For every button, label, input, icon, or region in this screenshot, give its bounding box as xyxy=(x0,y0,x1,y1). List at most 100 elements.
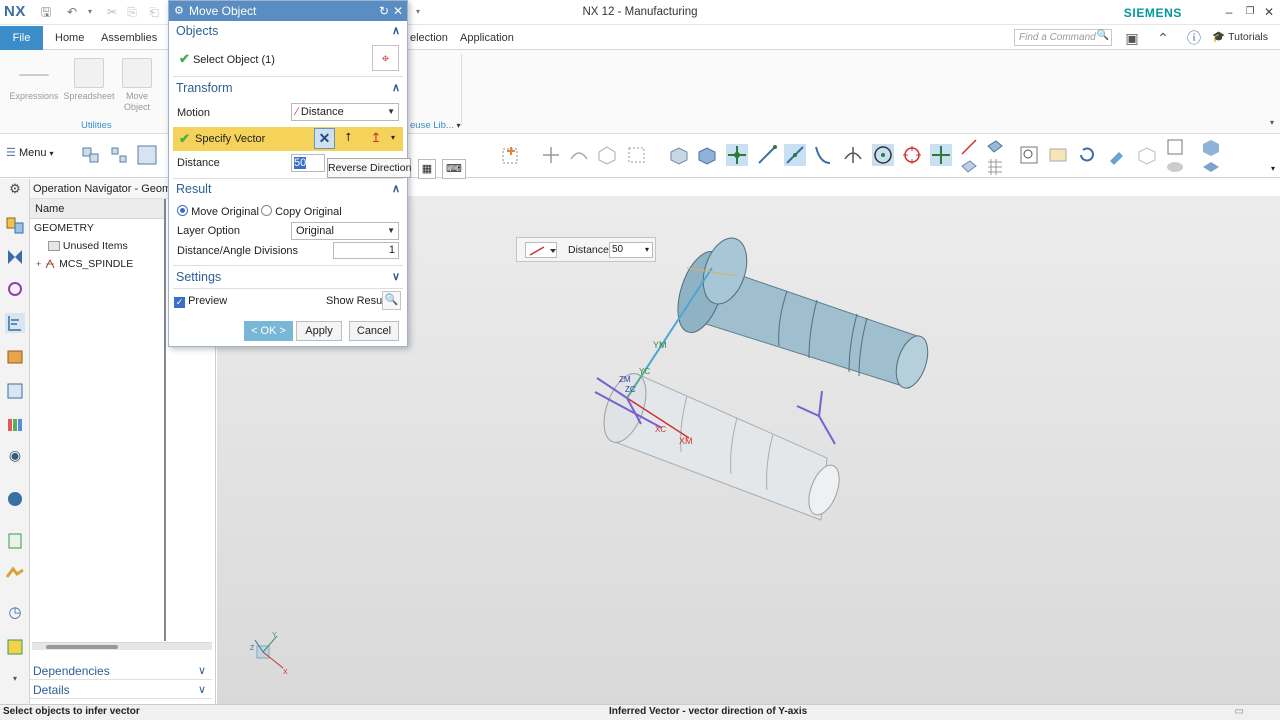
process-studio-icon[interactable] xyxy=(5,489,25,509)
view-triad-icon[interactable] xyxy=(1164,136,1186,155)
move-object-button[interactable]: Move Object xyxy=(118,58,156,113)
reset-icon[interactable]: ↻ xyxy=(379,1,389,21)
tab-file[interactable]: File xyxy=(0,26,43,50)
copy-original-radio[interactable]: Copy Original xyxy=(261,205,342,218)
zoom-icon[interactable] xyxy=(1047,144,1069,166)
calculator-button[interactable]: ▦ xyxy=(418,159,436,179)
expand-icon[interactable]: + xyxy=(36,259,41,269)
tab-assemblies[interactable]: Assemblies xyxy=(93,26,165,50)
point-snap-icon[interactable] xyxy=(540,144,562,166)
vector-dialog-button[interactable]: ⭡ xyxy=(338,128,359,149)
mid-point-icon[interactable] xyxy=(784,144,806,166)
tutorials-link[interactable]: 🎓 Tutorials xyxy=(1212,30,1268,43)
bounded-grid-icon[interactable] xyxy=(984,136,1006,154)
control-point-icon[interactable] xyxy=(812,144,834,166)
spreadsheet-button[interactable]: Spreadsheet xyxy=(62,58,116,102)
find-command-input[interactable]: Find a Command 🔍 xyxy=(1014,29,1112,46)
vector-dropdown-icon[interactable]: ▾ xyxy=(391,133,395,142)
menu-button[interactable]: ☰ Menu ▾ xyxy=(6,146,54,159)
specify-vector-row[interactable]: ✔ Specify Vector ✕ ⭡ ↥ ▾ xyxy=(173,127,403,151)
face-select-icon[interactable] xyxy=(668,144,690,166)
layer-option-dropdown[interactable]: Original ▼ xyxy=(291,222,399,240)
tree-row-geometry[interactable]: GEOMETRY xyxy=(30,219,166,237)
clock-icon[interactable]: ◷ xyxy=(5,603,25,623)
orient-view-icon[interactable] xyxy=(1136,144,1158,166)
show-result-button[interactable]: 🔍 xyxy=(382,291,401,310)
box-select-icon[interactable] xyxy=(626,144,648,166)
tab-application[interactable]: Application xyxy=(452,26,522,50)
full-screen-icon[interactable]: ▣ xyxy=(1122,28,1142,48)
dialog-title-bar[interactable]: ⚙ Move Object ↻ ✕ xyxy=(169,1,407,21)
machine-tool-navigator-icon[interactable] xyxy=(5,215,25,235)
pan-icon[interactable] xyxy=(1106,144,1128,166)
objects-section-header[interactable]: Objects ∧ xyxy=(170,21,406,41)
search-icon[interactable]: 🔍 xyxy=(1097,30,1109,41)
toolbar-overflow-icon[interactable]: ▾ xyxy=(1271,164,1275,173)
part-navigator-icon[interactable] xyxy=(5,279,25,299)
assembly-filter-icon[interactable] xyxy=(108,144,130,166)
status-window-icon[interactable]: ▭ xyxy=(1235,705,1244,719)
scrollbar-thumb[interactable] xyxy=(46,645,118,649)
move-original-radio[interactable]: Move Original xyxy=(177,205,259,218)
intersection-icon[interactable] xyxy=(842,144,864,166)
close-window-icon[interactable]: ✕ xyxy=(1260,4,1278,20)
select-object-row[interactable]: ✔ Select Object (1) xyxy=(179,51,275,67)
point-dialog-icon[interactable] xyxy=(500,144,522,166)
distance-input[interactable]: 50 xyxy=(291,154,325,172)
operation-navigator-icon[interactable] xyxy=(5,247,25,267)
grid-icon[interactable] xyxy=(984,156,1006,175)
fit-view-icon[interactable] xyxy=(1018,144,1040,166)
body-select-icon[interactable] xyxy=(696,144,718,166)
restore-icon[interactable]: ❐ xyxy=(1241,4,1259,20)
system-scenes-icon[interactable] xyxy=(5,563,25,583)
ok-button[interactable]: < OK > xyxy=(244,321,293,341)
rail-scroll-down-icon[interactable]: ▾ xyxy=(5,674,25,694)
dialog-settings-icon[interactable]: ⚙ xyxy=(174,1,184,21)
help-icon[interactable]: ⓘ xyxy=(1184,28,1204,48)
snap-settings-icon[interactable] xyxy=(136,144,158,166)
collapse-ribbon-icon[interactable]: ⌃ xyxy=(1153,28,1173,48)
geometry-view-icon[interactable] xyxy=(5,313,25,333)
divisions-input[interactable]: 1 xyxy=(333,242,399,259)
curve-snap-icon[interactable] xyxy=(568,144,590,166)
reuse-library-icon[interactable] xyxy=(5,347,25,367)
resource-bar-settings-icon[interactable]: ⚙ xyxy=(5,181,25,201)
roles-icon[interactable] xyxy=(5,531,25,551)
snap-toggle-icon[interactable] xyxy=(726,144,748,166)
motion-dropdown[interactable]: ∕ Distance ▼ xyxy=(291,103,399,121)
point-on-face-icon[interactable] xyxy=(958,156,980,174)
preview-spindle-part[interactable] xyxy=(669,232,934,392)
result-section-header[interactable]: Result ∧ xyxy=(170,179,406,199)
ribbon-options-icon[interactable]: ▾ xyxy=(1270,118,1274,127)
navigator-horizontal-scrollbar[interactable] xyxy=(32,642,212,650)
tree-row-mcs-spindle[interactable]: + MCS_SPINDLE xyxy=(30,255,166,273)
palette-icon[interactable] xyxy=(5,637,25,657)
transform-section-header[interactable]: Transform ∧ xyxy=(170,78,406,98)
dependencies-panel-header[interactable]: Dependencies ∨ xyxy=(30,662,212,680)
quadrant-point-icon[interactable] xyxy=(901,144,923,166)
shaded-view-icon[interactable] xyxy=(1200,136,1222,156)
tree-row-unused-items[interactable]: Unused Items xyxy=(30,237,166,255)
expressions-button[interactable]: Expressions xyxy=(8,58,60,102)
crosshair-select-button[interactable]: ⌖ xyxy=(372,45,399,71)
motion-type-dropdown[interactable] xyxy=(525,242,557,258)
column-header-name[interactable]: Name xyxy=(30,199,166,219)
history-eye-icon[interactable]: ◉ xyxy=(5,447,25,467)
point-on-curve-icon[interactable] xyxy=(958,136,980,155)
navigator-splitter[interactable] xyxy=(164,199,166,641)
minimize-icon[interactable]: – xyxy=(1220,4,1238,20)
drag-handle-2[interactable] xyxy=(818,415,836,445)
tab-selection[interactable]: election xyxy=(402,26,456,50)
hd3d-tools-icon[interactable] xyxy=(5,381,25,401)
tab-home[interactable]: Home xyxy=(47,26,92,50)
reuse-library-group-label[interactable]: euse Lib... ▾ xyxy=(410,120,461,131)
end-point-icon[interactable] xyxy=(756,144,778,166)
rotate-icon[interactable] xyxy=(1076,144,1098,166)
web-browser-icon[interactable] xyxy=(5,415,25,435)
visibility-icon[interactable] xyxy=(1200,156,1222,174)
inferred-vector-button[interactable]: ↥ xyxy=(365,128,387,149)
drag-handle-3[interactable] xyxy=(818,390,823,417)
wireframe-snap-icon[interactable] xyxy=(596,144,618,166)
settings-section-header[interactable]: Settings ∨ xyxy=(170,267,406,287)
drag-handle-1[interactable] xyxy=(796,405,820,417)
